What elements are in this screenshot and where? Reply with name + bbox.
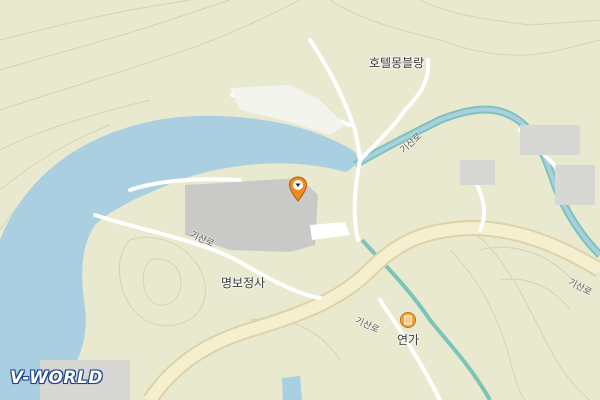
restaurant-label: 연가	[397, 333, 420, 347]
temple-label: 명보정사	[221, 276, 266, 290]
hotel-label: 호텔몽블랑	[369, 56, 425, 70]
location-pin-icon[interactable]	[288, 176, 308, 202]
vworld-logo: V-WORLD	[10, 368, 103, 388]
map-viewport[interactable]: 호텔몽블랑 명보정사 연가 기산로 기산로 기산로 기산로 V-WORLD	[0, 0, 600, 400]
restaurant-icon[interactable]	[400, 312, 416, 328]
